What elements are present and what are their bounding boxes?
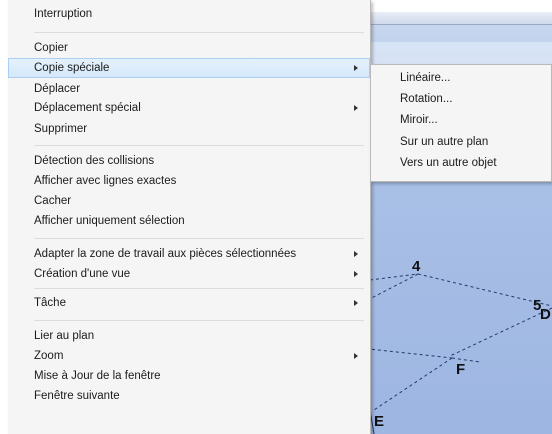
menu-separator <box>34 320 364 321</box>
menu-item-label: Zoom <box>34 350 64 362</box>
submenu-item-sur-autre-plan[interactable]: Sur un autre plan <box>371 132 551 152</box>
menu-item-label: Adapter la zone de travail aux pièces sé… <box>34 248 297 260</box>
submenu-item-label: Vers un autre objet <box>400 157 497 169</box>
menu-item-label: Copie spéciale <box>34 62 110 74</box>
submenu-item-vers-autre-objet[interactable]: Vers un autre objet <box>371 153 551 173</box>
submenu-arrow-icon <box>354 65 358 71</box>
menu-separator <box>34 32 364 33</box>
menu-item-zoom[interactable]: Zoom <box>8 346 370 366</box>
dashed-edge-6 <box>373 357 453 411</box>
menu-item-copie-speciale[interactable]: Copie spéciale <box>8 58 370 78</box>
dashed-edge-4 <box>449 307 552 357</box>
menu-item-label: Détection des collisions <box>34 155 155 167</box>
menu-item-lier-au-plan[interactable]: Lier au plan <box>8 326 370 346</box>
menu-item-adapter-zone-travail[interactable]: Adapter la zone de travail aux pièces sé… <box>8 244 370 264</box>
menu-item-label: Création d'une vue <box>34 268 131 280</box>
menu-item-mise-a-jour-fenetre[interactable]: Mise à Jour de la fenêtre <box>8 366 370 386</box>
copie-speciale-submenu: Linéaire... Rotation... Miroir... Sur un… <box>370 64 552 182</box>
menu-item-tache[interactable]: Tâche <box>8 293 370 313</box>
menu-item-label: Fenêtre suivante <box>34 390 120 402</box>
submenu-item-label: Linéaire... <box>400 72 451 84</box>
menu-item-afficher-uniquement-selection[interactable]: Afficher uniquement sélection <box>8 211 370 231</box>
menu-item-label: Déplacement spécial <box>34 102 141 114</box>
dashed-edge-2 <box>417 273 552 307</box>
menu-item-fenetre-suivante[interactable]: Fenêtre suivante <box>8 386 370 406</box>
menu-item-label: Copier <box>34 42 68 54</box>
menu-item-label: Afficher avec lignes exactes <box>34 175 177 187</box>
point-label-d: D <box>540 306 551 323</box>
menu-item-label: Lier au plan <box>34 330 95 342</box>
dashed-edge-1 <box>369 273 419 281</box>
submenu-item-label: Rotation... <box>400 93 453 105</box>
menu-item-label: Afficher uniquement sélection <box>34 215 185 227</box>
menu-separator <box>34 145 364 146</box>
submenu-item-rotation[interactable]: Rotation... <box>371 89 551 109</box>
submenu-arrow-icon <box>354 300 358 306</box>
menu-item-deplacement-special[interactable]: Déplacement spécial <box>8 98 370 118</box>
menu-item-label: Déplacer <box>34 83 81 95</box>
context-menu: Interruption Copier Copie spéciale Dépla… <box>8 0 371 434</box>
dashed-edge-5 <box>360 347 453 359</box>
submenu-item-miroir[interactable]: Miroir... <box>371 110 551 130</box>
menu-item-cacher[interactable]: Cacher <box>8 191 370 211</box>
submenu-item-lineaire[interactable]: Linéaire... <box>371 68 551 88</box>
menu-item-supprimer[interactable]: Supprimer <box>8 119 370 139</box>
submenu-arrow-icon <box>354 251 358 257</box>
menu-item-interruption[interactable]: Interruption <box>8 4 370 24</box>
menu-separator <box>34 288 364 289</box>
menu-item-deplacer[interactable]: Déplacer <box>8 79 370 99</box>
point-label-f: F <box>456 361 465 378</box>
menu-separator <box>34 238 364 239</box>
point-label-e: E <box>374 413 384 430</box>
submenu-arrow-icon <box>354 105 358 111</box>
menu-item-copier[interactable]: Copier <box>8 38 370 58</box>
submenu-item-label: Miroir... <box>400 114 438 126</box>
menu-item-label: Interruption <box>34 8 93 20</box>
menu-item-afficher-lignes-exactes[interactable]: Afficher avec lignes exactes <box>8 171 370 191</box>
menu-item-creation-vue[interactable]: Création d'une vue <box>8 264 370 284</box>
submenu-arrow-icon <box>354 271 358 277</box>
menu-item-label: Tâche <box>34 297 66 309</box>
menu-item-detection-collisions[interactable]: Détection des collisions <box>8 151 370 171</box>
menu-item-label: Supprimer <box>34 123 88 135</box>
point-label-4: 4 <box>412 258 421 275</box>
menu-item-label: Mise à Jour de la fenêtre <box>34 370 161 382</box>
submenu-arrow-icon <box>354 353 358 359</box>
submenu-item-label: Sur un autre plan <box>400 136 489 148</box>
menu-item-label: Cacher <box>34 195 72 207</box>
